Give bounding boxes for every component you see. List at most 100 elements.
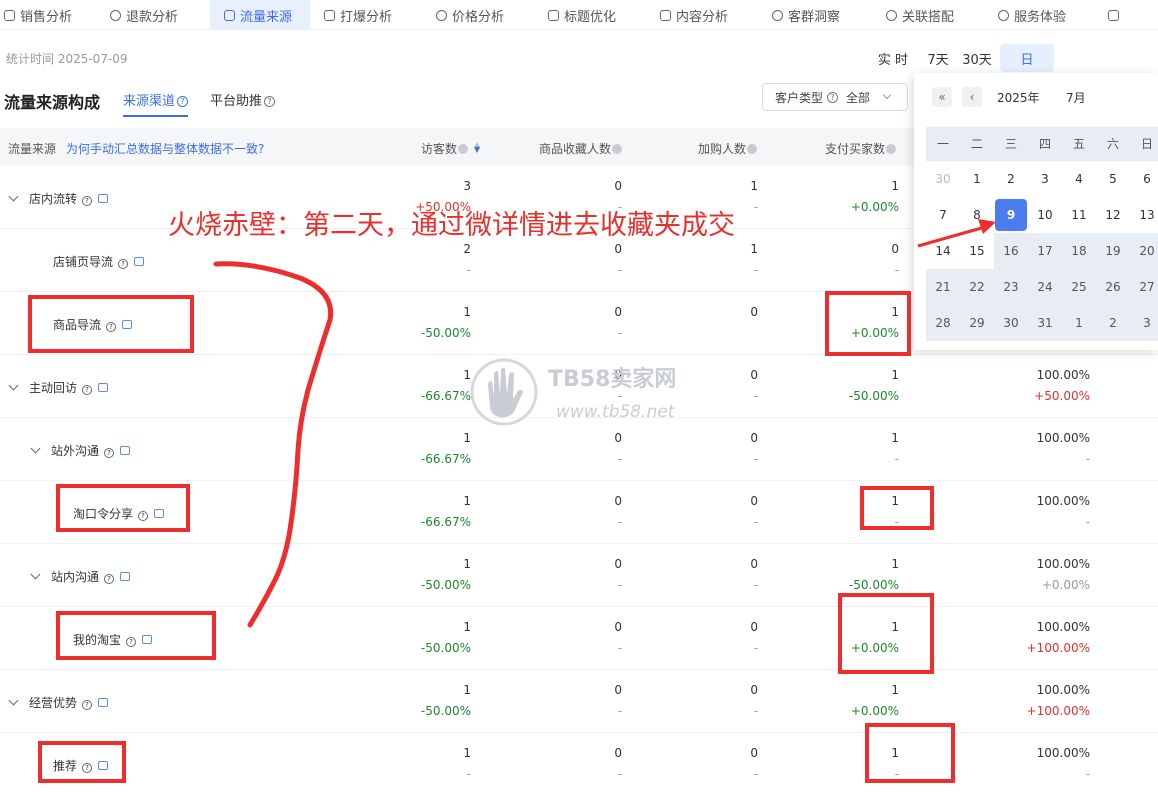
help-icon[interactable]: ? [827, 91, 839, 103]
calendar-day[interactable]: 11 [1062, 197, 1096, 233]
calendar-day[interactable]: 1 [960, 161, 994, 197]
cell-fav: 0- [614, 305, 622, 340]
period-selector: 实 时 7天 30天 日 [864, 44, 1146, 72]
refund-icon [110, 9, 121, 21]
calendar-day[interactable]: 5 [1096, 161, 1130, 197]
tab-refund[interactable]: 退款分析 [96, 0, 210, 30]
period-7d-button[interactable]: 7天 [922, 44, 954, 72]
calendar-day: 1 [1062, 305, 1096, 341]
document-icon [660, 9, 671, 21]
expand-chevron-icon[interactable] [30, 569, 41, 580]
cell-visitors: 1 -50.00% [420, 557, 471, 592]
cell-fav: 0- [614, 431, 622, 466]
calendar-day[interactable]: 12 [1096, 197, 1130, 233]
cell-cart: 1- [750, 179, 758, 214]
period-day-button[interactable]: 日 [1000, 44, 1054, 72]
sort-icon[interactable]: ▲ ▼ [474, 141, 480, 154]
calendar-day: 30 [935, 172, 951, 186]
period-week-button[interactable] [1054, 44, 1100, 72]
calendar-day: 2 [1096, 305, 1130, 341]
tab-bundle[interactable]: 关联搭配 [872, 0, 984, 30]
tab-title-optimize[interactable]: 标题优化 [534, 0, 646, 30]
tab-service[interactable]: 服务体验 [984, 0, 1094, 30]
period-realtime-button[interactable]: 实 时 [864, 44, 922, 72]
cell-cart: 0 [750, 305, 758, 319]
prev-month-button[interactable]: ‹ [962, 87, 982, 107]
calendar-day[interactable]: 10 [1028, 197, 1062, 233]
cell-visitors: 2- [463, 242, 471, 277]
expand-chevron-icon[interactable] [8, 695, 19, 706]
calendar-day[interactable]: 14 [926, 233, 960, 269]
tab-content[interactable]: 内容分析 [646, 0, 758, 30]
help-icon[interactable] [747, 144, 758, 154]
trend-chart-icon[interactable] [120, 446, 131, 455]
cell-cart: 0- [750, 557, 758, 592]
tab-explosive[interactable]: 打爆分析 [310, 0, 422, 30]
watermark: TB58卖家网 www.tb58.net [466, 357, 676, 430]
row-source-name: 店铺页导流? [53, 253, 145, 270]
trend-chart-icon[interactable] [98, 383, 109, 392]
help-icon[interactable] [886, 144, 897, 154]
tab-traffic-source[interactable]: 流量来源 [210, 0, 310, 30]
calendar-day[interactable]: 15 [960, 233, 994, 269]
prev-year-button[interactable]: « [932, 87, 952, 107]
row-source-name: 主动回访? [8, 379, 109, 396]
subtab-source-channel[interactable]: 来源渠道? [123, 90, 189, 117]
tab-customer-insight[interactable]: 客群洞察 [758, 0, 872, 30]
row-source-name: 站内沟通? [30, 568, 131, 585]
col-visitors[interactable]: 访客数 ▲ ▼ [421, 140, 480, 157]
period-month-button[interactable] [1100, 44, 1146, 72]
help-icon[interactable]: ? [118, 259, 129, 269]
calendar-day[interactable]: 8 [960, 197, 994, 233]
users-icon [772, 9, 783, 21]
calendar-day[interactable]: 13 [1130, 197, 1158, 233]
calendar-year[interactable]: 2025年 [997, 89, 1040, 106]
highlight-box [865, 723, 955, 783]
cell-visitors: 1 -50.00% [420, 305, 471, 340]
cell-visitors: 1 -50.00% [420, 683, 471, 718]
trend-chart-icon[interactable] [98, 698, 109, 707]
table-row: 站内沟通? 1 -50.00% 0- 0- 1 -50.00% 100.00% +0.00% [0, 544, 1158, 607]
expand-chevron-icon[interactable] [8, 380, 19, 391]
date-picker-popup: « ‹ 2025年 7月 一二三四五六日 30 1 2 3 4 5 6 7 8 9 10 11 12 13 1… [914, 73, 1158, 350]
help-icon[interactable]: ? [104, 448, 115, 458]
cell-cart: 0- [750, 746, 758, 781]
calendar-day[interactable]: 7 [926, 197, 960, 233]
help-icon[interactable]: ? [104, 574, 115, 584]
calendar-day[interactable]: 3 [1028, 161, 1062, 197]
faq-link[interactable]: 为何手动汇总数据与整体数据不一致? [66, 140, 264, 157]
calendar-day[interactable]: 9 [994, 197, 1028, 233]
help-icon[interactable] [458, 144, 469, 154]
help-icon[interactable]: ? [82, 196, 93, 206]
help-icon[interactable]: ? [82, 700, 93, 710]
calendar-day: 26 [1096, 269, 1130, 305]
row-source-name: 店内流转? [8, 190, 109, 207]
tab-more[interactable] [1094, 0, 1158, 30]
calendar-day[interactable]: 4 [1062, 161, 1096, 197]
subtab-platform-boost[interactable]: 平台助推? [210, 90, 276, 109]
trend-chart-icon[interactable] [98, 194, 109, 203]
send-icon [324, 9, 335, 21]
calendar-month[interactable]: 7月 [1066, 89, 1086, 106]
calendar-day[interactable]: 2 [994, 161, 1028, 197]
calendar-day: 16 [994, 233, 1028, 269]
help-icon[interactable]: ? [177, 96, 189, 107]
customer-type-filter[interactable]: 客户类型 ? 全部 [762, 83, 908, 111]
calendar-weekday: 六 [1096, 127, 1130, 161]
trend-chart-icon[interactable] [134, 257, 145, 266]
highlight-box [825, 291, 911, 356]
cell-rate: 100.00% +0.00% [1036, 557, 1090, 592]
help-icon[interactable] [612, 144, 623, 154]
help-icon[interactable]: ? [264, 96, 276, 107]
help-icon[interactable]: ? [82, 385, 93, 395]
trend-chart-icon[interactable] [120, 572, 131, 581]
period-30d-button[interactable]: 30天 [954, 44, 1000, 72]
cell-cart: 0- [750, 368, 758, 403]
cell-fav: 0- [614, 683, 622, 718]
expand-chevron-icon[interactable] [8, 191, 19, 202]
expand-chevron-icon[interactable] [30, 443, 41, 454]
calendar-day[interactable]: 6 [1130, 161, 1158, 197]
tab-sales[interactable]: 销售分析 [0, 0, 96, 30]
calendar-day: 20 [1130, 233, 1158, 269]
tab-price[interactable]: 价格分析 [422, 0, 534, 30]
